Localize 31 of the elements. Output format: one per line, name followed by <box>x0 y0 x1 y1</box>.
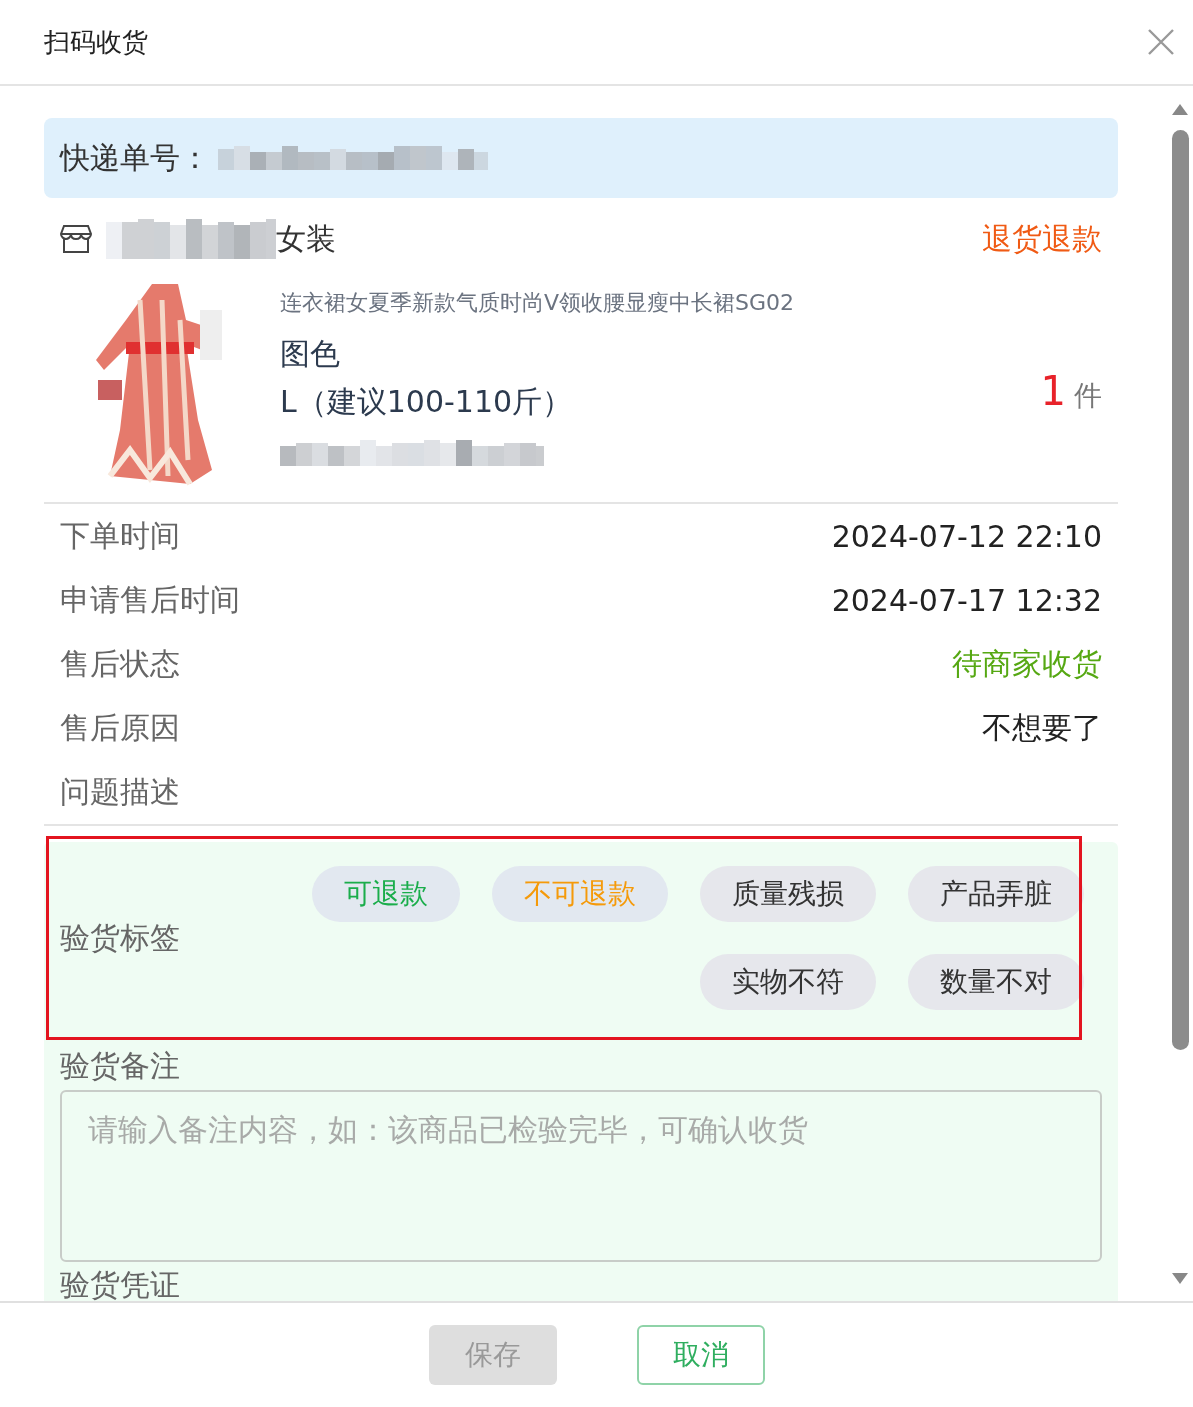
tags-label: 验货标签 <box>60 918 180 957</box>
row-label: 售后状态 <box>60 644 180 683</box>
row-label: 申请售后时间 <box>60 580 240 619</box>
row-value: 不想要了 <box>982 708 1102 747</box>
dialog-title: 扫码收货 <box>44 25 148 59</box>
product-title: 连衣裙女夏季新款气质时尚V领收腰显瘦中长裙SG02 <box>280 289 796 317</box>
proof-label: 验货凭证 <box>60 1268 181 1301</box>
remark-field[interactable]: 请输入备注内容，如：该商品已检验完毕，可确认收货 <box>60 1090 1102 1262</box>
scroll-up-icon[interactable] <box>1171 102 1189 116</box>
row-value: 2024-07-17 12:32 <box>831 582 1102 618</box>
row-label: 问题描述 <box>60 772 180 811</box>
tag-chip[interactable]: 数量不对 <box>908 954 1084 1010</box>
row-label: 下单时间 <box>60 516 180 555</box>
row-value: 2024-07-12 22:10 <box>831 518 1102 554</box>
row-label: 售后原因 <box>60 708 180 747</box>
scrollbar-thumb[interactable] <box>1172 130 1189 1050</box>
scroll-down-icon[interactable] <box>1171 1272 1189 1286</box>
remark-label: 验货备注 <box>60 1047 181 1085</box>
product-color: 图色 <box>280 335 341 373</box>
product-size: L（建议100-110斤） <box>280 383 574 421</box>
tag-chip[interactable]: 产品弄脏 <box>908 866 1084 922</box>
row-value: 待商家收货 <box>952 644 1102 683</box>
aftersale-type: 退货退款 <box>982 219 1102 258</box>
tag-chip[interactable]: 实物不符 <box>700 954 876 1010</box>
shop-name: 女装 <box>276 219 336 258</box>
tag-chip[interactable]: 质量残损 <box>700 866 876 922</box>
close-icon[interactable] <box>1147 28 1175 56</box>
quantity-unit: 件 <box>1074 378 1102 412</box>
shop-icon <box>60 224 92 254</box>
quantity: 1 <box>1040 367 1066 414</box>
express-label: 快递单号： <box>60 138 210 177</box>
